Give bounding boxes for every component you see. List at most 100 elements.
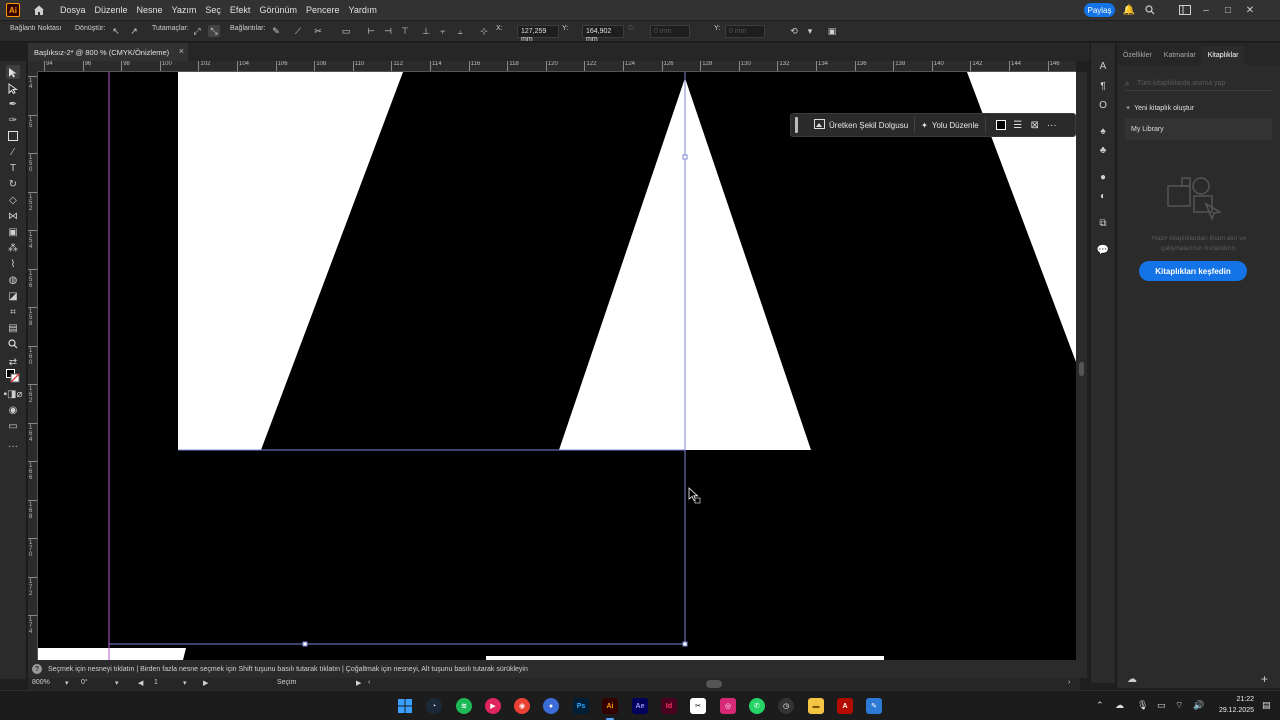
network-icon[interactable]: ☁ bbox=[1115, 700, 1124, 711]
steam-icon[interactable]: ◔ bbox=[426, 698, 442, 714]
whatsapp-icon[interactable]: ✆ bbox=[749, 698, 765, 714]
rotate-view-select[interactable]: 0° bbox=[81, 679, 88, 686]
close-tab-icon[interactable]: × bbox=[179, 46, 184, 56]
prev-artboard-icon[interactable]: ◀ bbox=[138, 679, 143, 687]
w-field[interactable]: 0 mm bbox=[650, 25, 690, 38]
anchor-point[interactable] bbox=[682, 641, 688, 647]
artboard-tool-icon[interactable]: ⌗ bbox=[6, 305, 20, 319]
white-shape-left[interactable] bbox=[178, 72, 403, 450]
recolor-icon[interactable]: ⊠ bbox=[1028, 118, 1042, 132]
x-field[interactable]: 127,259 mm bbox=[517, 25, 559, 43]
shape-builder-tool-icon[interactable]: ◍ bbox=[6, 273, 20, 287]
eraser-tool-icon[interactable]: ◇ bbox=[6, 193, 20, 207]
cut-path-icon[interactable]: ✂ bbox=[312, 25, 324, 37]
file-explorer-icon[interactable]: ▬ bbox=[808, 698, 824, 714]
artboard-number[interactable]: 1 bbox=[154, 679, 158, 686]
character-icon[interactable]: A bbox=[1096, 59, 1110, 73]
display-icon[interactable]: ▭ bbox=[1157, 700, 1166, 711]
document-tab[interactable]: Başlıksız-2* @ 800 % (CMYK/Önizleme) × bbox=[28, 43, 188, 61]
drag-handle[interactable] bbox=[795, 117, 798, 133]
instagram-icon[interactable]: ◎ bbox=[720, 698, 736, 714]
add-icon[interactable]: + bbox=[1261, 672, 1268, 686]
reference-point-icon[interactable]: ⊹ bbox=[478, 25, 490, 37]
type-tool-icon[interactable]: T bbox=[6, 161, 20, 175]
indesign-icon[interactable]: Id bbox=[661, 698, 677, 714]
eyedropper-tool-icon[interactable]: ⁂ bbox=[6, 241, 20, 255]
paint-icon[interactable]: ✎ bbox=[866, 698, 882, 714]
blend-tool-icon[interactable]: ⌇ bbox=[6, 257, 20, 271]
transform-icon[interactable]: ⟲ bbox=[788, 25, 800, 37]
menu-nesne[interactable]: Nesne bbox=[137, 5, 163, 15]
rectangle-tool-icon[interactable] bbox=[6, 129, 20, 143]
wifi-icon[interactable]: ⌔ bbox=[1175, 700, 1183, 711]
align-left-icon[interactable]: ⊢ bbox=[365, 25, 377, 37]
menu-yardim[interactable]: Yardım bbox=[349, 5, 377, 15]
cloud-icon[interactable]: ☁ bbox=[1127, 674, 1137, 685]
search-icon[interactable] bbox=[1143, 3, 1157, 17]
appearance-icon[interactable]: ◐ bbox=[1096, 189, 1110, 203]
remove-anchor-icon[interactable]: ✎ bbox=[270, 25, 282, 37]
horizontal-scroll-thumb[interactable] bbox=[706, 680, 722, 688]
capcut-icon[interactable]: ✂ bbox=[690, 698, 706, 714]
convert-corner-icon[interactable]: ↖ bbox=[110, 25, 122, 37]
windows-start-icon[interactable] bbox=[397, 698, 413, 714]
tab-libraries[interactable]: Kitaplıklar bbox=[1201, 46, 1245, 65]
status-menu-icon[interactable]: ▶ bbox=[356, 679, 361, 687]
anchor-point[interactable] bbox=[302, 641, 308, 647]
edit-path-button[interactable]: ✦ Yolu Düzenle bbox=[915, 116, 985, 134]
chrome-icon[interactable]: ◉ bbox=[514, 698, 530, 714]
h-field[interactable]: 0 mm bbox=[725, 25, 765, 38]
align-menu-icon[interactable]: ☰ bbox=[1011, 118, 1025, 132]
pen-tool-icon[interactable]: ✒ bbox=[6, 97, 20, 111]
selection-tool-icon[interactable] bbox=[6, 65, 20, 79]
zoom-tool-icon[interactable] bbox=[6, 337, 20, 351]
more-options-icon[interactable]: ··· bbox=[1045, 118, 1059, 132]
convert-smooth-icon[interactable]: ↗ bbox=[128, 25, 140, 37]
y-field[interactable]: 164,902 mm bbox=[582, 25, 624, 43]
clock-app-icon[interactable]: ◷ bbox=[778, 698, 794, 714]
ruler-origin[interactable] bbox=[28, 61, 38, 72]
menu-yazim[interactable]: Yazım bbox=[172, 5, 197, 15]
fill-swatch-icon[interactable] bbox=[994, 118, 1008, 132]
media-player-icon[interactable]: ▶ bbox=[485, 698, 501, 714]
workspace-icon[interactable] bbox=[1178, 3, 1192, 17]
rotate-tool-icon[interactable]: ↻ bbox=[6, 177, 20, 191]
symbols-icon[interactable]: ♣ bbox=[1096, 143, 1110, 157]
anchor-point[interactable] bbox=[682, 154, 688, 160]
acrobat-icon[interactable]: A bbox=[837, 698, 853, 714]
menu-sec[interactable]: Seç bbox=[205, 5, 221, 15]
illustrator-icon[interactable]: Ai bbox=[602, 698, 618, 714]
tab-layers[interactable]: Katmanlar bbox=[1158, 52, 1202, 65]
vertical-scrollbar[interactable] bbox=[1076, 72, 1087, 678]
vertical-ruler[interactable]: 1 4 1 5 1 5 0 1 5 2 1 5 4 1 5 6 1 5 8 1 6 0 1 6 … bbox=[28, 72, 38, 660]
bar-graph-tool-icon[interactable]: ▤ bbox=[6, 321, 20, 335]
screen-mode-icon[interactable]: ▭ bbox=[6, 419, 20, 433]
align-center-icon[interactable]: ⊣ bbox=[382, 25, 394, 37]
close-icon[interactable]: ✕ bbox=[1243, 3, 1257, 17]
isolate-icon[interactable]: ▭ bbox=[340, 25, 352, 37]
arrange-icon[interactable]: ▣ bbox=[826, 25, 838, 37]
notifications-icon[interactable]: ▤ bbox=[1262, 700, 1271, 711]
horizontal-ruler[interactable]: 94 96 98 100 102 104 106 108 110 112 114 116 118 120 1… bbox=[38, 61, 1076, 72]
align-bottom-icon[interactable]: ⫠ bbox=[454, 25, 466, 37]
tab-properties[interactable]: Özellikler bbox=[1117, 52, 1158, 65]
share-button[interactable]: Paylaş bbox=[1084, 3, 1115, 17]
artboard-canvas[interactable] bbox=[38, 72, 1076, 660]
menu-efekt[interactable]: Efekt bbox=[230, 5, 251, 15]
connect-anchor-icon[interactable]: ⟋ bbox=[292, 25, 304, 37]
menu-duzenle[interactable]: Düzenle bbox=[95, 5, 128, 15]
align-middle-icon[interactable]: ⫟ bbox=[437, 25, 449, 37]
dropdown-icon[interactable]: ▾ bbox=[804, 25, 816, 37]
scrollbar-thumb[interactable] bbox=[1079, 362, 1084, 376]
direct-selection-tool-icon[interactable] bbox=[6, 81, 20, 95]
bell-icon[interactable]: 🔔 bbox=[1122, 3, 1136, 17]
hide-handles-icon[interactable]: ⤡ bbox=[208, 25, 220, 37]
brushes-icon[interactable]: ♠ bbox=[1096, 124, 1110, 138]
microphone-icon[interactable]: 🎙 bbox=[1137, 700, 1148, 711]
show-handles-icon[interactable]: ⤢ bbox=[191, 25, 203, 37]
system-clock[interactable]: 21:22 29.12.2025 bbox=[1208, 694, 1254, 716]
home-icon[interactable] bbox=[32, 3, 46, 17]
swap-colors-icon[interactable]: ⇄ bbox=[6, 355, 20, 369]
comments-icon[interactable]: 💬 bbox=[1096, 243, 1110, 257]
generative-fill-button[interactable]: Üretken Şekil Dolgusu bbox=[808, 116, 914, 134]
